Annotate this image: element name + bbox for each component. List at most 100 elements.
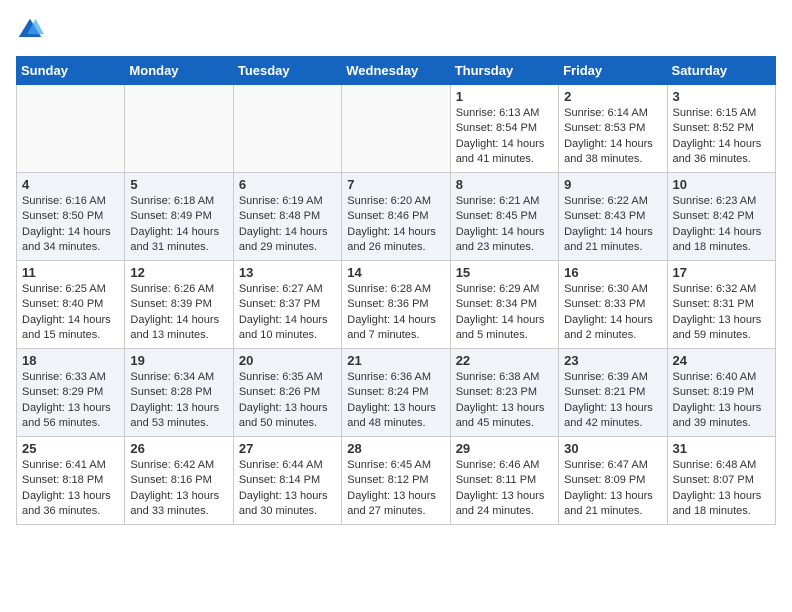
day-info: Sunrise: 6:16 AM Sunset: 8:50 PM Dayligh… [22, 194, 119, 256]
calendar-cell: 10 Sunrise: 6:23 AM Sunset: 8:42 PM Dayli… [667, 173, 775, 261]
calendar-week-3: 18Sunrise: 6:33 AM Sunset: 8:29 PM Dayli… [17, 349, 776, 437]
calendar-header-sunday: Sunday [17, 57, 125, 85]
calendar-body: 1 Sunrise: 6:13 AM Sunset: 8:54 PM Daylig… [17, 85, 776, 525]
day-number: 26 [130, 441, 227, 456]
calendar-cell: 25 Sunrise: 6:41 AM Sunset: 8:18 PM Dayli… [17, 437, 125, 525]
calendar-header-thursday: Thursday [450, 57, 558, 85]
logo-icon [16, 16, 44, 44]
day-info: Sunrise: 6:27 AM Sunset: 8:37 PM Dayligh… [239, 282, 336, 344]
calendar-cell: 12Sunrise: 6:26 AM Sunset: 8:39 PM Dayli… [125, 261, 233, 349]
day-info: Sunrise: 6:15 AM Sunset: 8:52 PM Dayligh… [673, 106, 770, 168]
day-number: 17 [673, 265, 770, 280]
calendar-week-4: 25 Sunrise: 6:41 AM Sunset: 8:18 PM Dayli… [17, 437, 776, 525]
calendar-cell: 4Sunrise: 6:16 AM Sunset: 8:50 PM Daylig… [17, 173, 125, 261]
calendar-cell: 24 Sunrise: 6:40 AM Sunset: 8:19 PM Dayli… [667, 349, 775, 437]
calendar-week-2: 11Sunrise: 6:25 AM Sunset: 8:40 PM Dayli… [17, 261, 776, 349]
day-number: 13 [239, 265, 336, 280]
day-info: Sunrise: 6:23 AM Sunset: 8:42 PM Dayligh… [673, 194, 770, 256]
day-number: 29 [456, 441, 553, 456]
day-number: 15 [456, 265, 553, 280]
day-number: 24 [673, 353, 770, 368]
day-info: Sunrise: 6:30 AM Sunset: 8:33 PM Dayligh… [564, 282, 661, 344]
day-info: Sunrise: 6:44 AM Sunset: 8:14 PM Dayligh… [239, 458, 336, 520]
calendar-cell: 23Sunrise: 6:39 AM Sunset: 8:21 PM Dayli… [559, 349, 667, 437]
day-info: Sunrise: 6:18 AM Sunset: 8:49 PM Dayligh… [130, 194, 227, 256]
day-info: Sunrise: 6:47 AM Sunset: 8:09 PM Dayligh… [564, 458, 661, 520]
day-info: Sunrise: 6:42 AM Sunset: 8:16 PM Dayligh… [130, 458, 227, 520]
calendar-header-friday: Friday [559, 57, 667, 85]
calendar-cell [342, 85, 450, 173]
day-info: Sunrise: 6:22 AM Sunset: 8:43 PM Dayligh… [564, 194, 661, 256]
day-number: 19 [130, 353, 227, 368]
calendar-cell: 28 Sunrise: 6:45 AM Sunset: 8:12 PM Dayli… [342, 437, 450, 525]
page-header [16, 16, 776, 44]
day-info: Sunrise: 6:46 AM Sunset: 8:11 PM Dayligh… [456, 458, 553, 520]
day-number: 18 [22, 353, 119, 368]
calendar-week-0: 1 Sunrise: 6:13 AM Sunset: 8:54 PM Daylig… [17, 85, 776, 173]
calendar-cell: 29 Sunrise: 6:46 AM Sunset: 8:11 PM Dayli… [450, 437, 558, 525]
day-number: 14 [347, 265, 444, 280]
calendar-cell: 19 Sunrise: 6:34 AM Sunset: 8:28 PM Dayli… [125, 349, 233, 437]
day-number: 31 [673, 441, 770, 456]
calendar-cell: 11Sunrise: 6:25 AM Sunset: 8:40 PM Dayli… [17, 261, 125, 349]
day-info: Sunrise: 6:48 AM Sunset: 8:07 PM Dayligh… [673, 458, 770, 520]
day-number: 7 [347, 177, 444, 192]
day-number: 21 [347, 353, 444, 368]
day-info: Sunrise: 6:13 AM Sunset: 8:54 PM Dayligh… [456, 106, 553, 168]
calendar-cell: 2 Sunrise: 6:14 AM Sunset: 8:53 PM Daylig… [559, 85, 667, 173]
calendar-cell: 8 Sunrise: 6:21 AM Sunset: 8:45 PM Daylig… [450, 173, 558, 261]
day-number: 2 [564, 89, 661, 104]
day-number: 23 [564, 353, 661, 368]
day-info: Sunrise: 6:29 AM Sunset: 8:34 PM Dayligh… [456, 282, 553, 344]
calendar-cell: 18Sunrise: 6:33 AM Sunset: 8:29 PM Dayli… [17, 349, 125, 437]
day-number: 16 [564, 265, 661, 280]
day-number: 25 [22, 441, 119, 456]
day-number: 6 [239, 177, 336, 192]
day-number: 8 [456, 177, 553, 192]
calendar-cell: 7 Sunrise: 6:20 AM Sunset: 8:46 PM Daylig… [342, 173, 450, 261]
day-number: 5 [130, 177, 227, 192]
calendar-cell: 21 Sunrise: 6:36 AM Sunset: 8:24 PM Dayli… [342, 349, 450, 437]
day-number: 11 [22, 265, 119, 280]
day-number: 20 [239, 353, 336, 368]
day-info: Sunrise: 6:21 AM Sunset: 8:45 PM Dayligh… [456, 194, 553, 256]
day-info: Sunrise: 6:28 AM Sunset: 8:36 PM Dayligh… [347, 282, 444, 344]
calendar-header-saturday: Saturday [667, 57, 775, 85]
day-info: Sunrise: 6:20 AM Sunset: 8:46 PM Dayligh… [347, 194, 444, 256]
calendar-cell: 9Sunrise: 6:22 AM Sunset: 8:43 PM Daylig… [559, 173, 667, 261]
day-info: Sunrise: 6:34 AM Sunset: 8:28 PM Dayligh… [130, 370, 227, 432]
calendar-cell: 22Sunrise: 6:38 AM Sunset: 8:23 PM Dayli… [450, 349, 558, 437]
calendar-cell: 6 Sunrise: 6:19 AM Sunset: 8:48 PM Daylig… [233, 173, 341, 261]
day-number: 28 [347, 441, 444, 456]
day-number: 12 [130, 265, 227, 280]
day-info: Sunrise: 6:41 AM Sunset: 8:18 PM Dayligh… [22, 458, 119, 520]
day-info: Sunrise: 6:35 AM Sunset: 8:26 PM Dayligh… [239, 370, 336, 432]
day-info: Sunrise: 6:36 AM Sunset: 8:24 PM Dayligh… [347, 370, 444, 432]
day-info: Sunrise: 6:38 AM Sunset: 8:23 PM Dayligh… [456, 370, 553, 432]
calendar-cell: 13 Sunrise: 6:27 AM Sunset: 8:37 PM Dayli… [233, 261, 341, 349]
day-number: 3 [673, 89, 770, 104]
calendar-cell: 26 Sunrise: 6:42 AM Sunset: 8:16 PM Dayli… [125, 437, 233, 525]
day-info: Sunrise: 6:19 AM Sunset: 8:48 PM Dayligh… [239, 194, 336, 256]
calendar-cell: 17 Sunrise: 6:32 AM Sunset: 8:31 PM Dayli… [667, 261, 775, 349]
day-number: 1 [456, 89, 553, 104]
calendar-header-row: SundayMondayTuesdayWednesdayThursdayFrid… [17, 57, 776, 85]
calendar-cell: 3 Sunrise: 6:15 AM Sunset: 8:52 PM Daylig… [667, 85, 775, 173]
calendar-cell: 15 Sunrise: 6:29 AM Sunset: 8:34 PM Dayli… [450, 261, 558, 349]
calendar-cell: 14 Sunrise: 6:28 AM Sunset: 8:36 PM Dayli… [342, 261, 450, 349]
day-info: Sunrise: 6:32 AM Sunset: 8:31 PM Dayligh… [673, 282, 770, 344]
day-info: Sunrise: 6:45 AM Sunset: 8:12 PM Dayligh… [347, 458, 444, 520]
calendar-cell: 31 Sunrise: 6:48 AM Sunset: 8:07 PM Dayli… [667, 437, 775, 525]
calendar-cell: 20 Sunrise: 6:35 AM Sunset: 8:26 PM Dayli… [233, 349, 341, 437]
day-info: Sunrise: 6:40 AM Sunset: 8:19 PM Dayligh… [673, 370, 770, 432]
calendar-cell [17, 85, 125, 173]
calendar-header-wednesday: Wednesday [342, 57, 450, 85]
day-number: 10 [673, 177, 770, 192]
calendar-cell [125, 85, 233, 173]
day-number: 30 [564, 441, 661, 456]
calendar-cell: 5 Sunrise: 6:18 AM Sunset: 8:49 PM Daylig… [125, 173, 233, 261]
calendar-header-tuesday: Tuesday [233, 57, 341, 85]
day-info: Sunrise: 6:14 AM Sunset: 8:53 PM Dayligh… [564, 106, 661, 168]
calendar-cell [233, 85, 341, 173]
day-number: 27 [239, 441, 336, 456]
